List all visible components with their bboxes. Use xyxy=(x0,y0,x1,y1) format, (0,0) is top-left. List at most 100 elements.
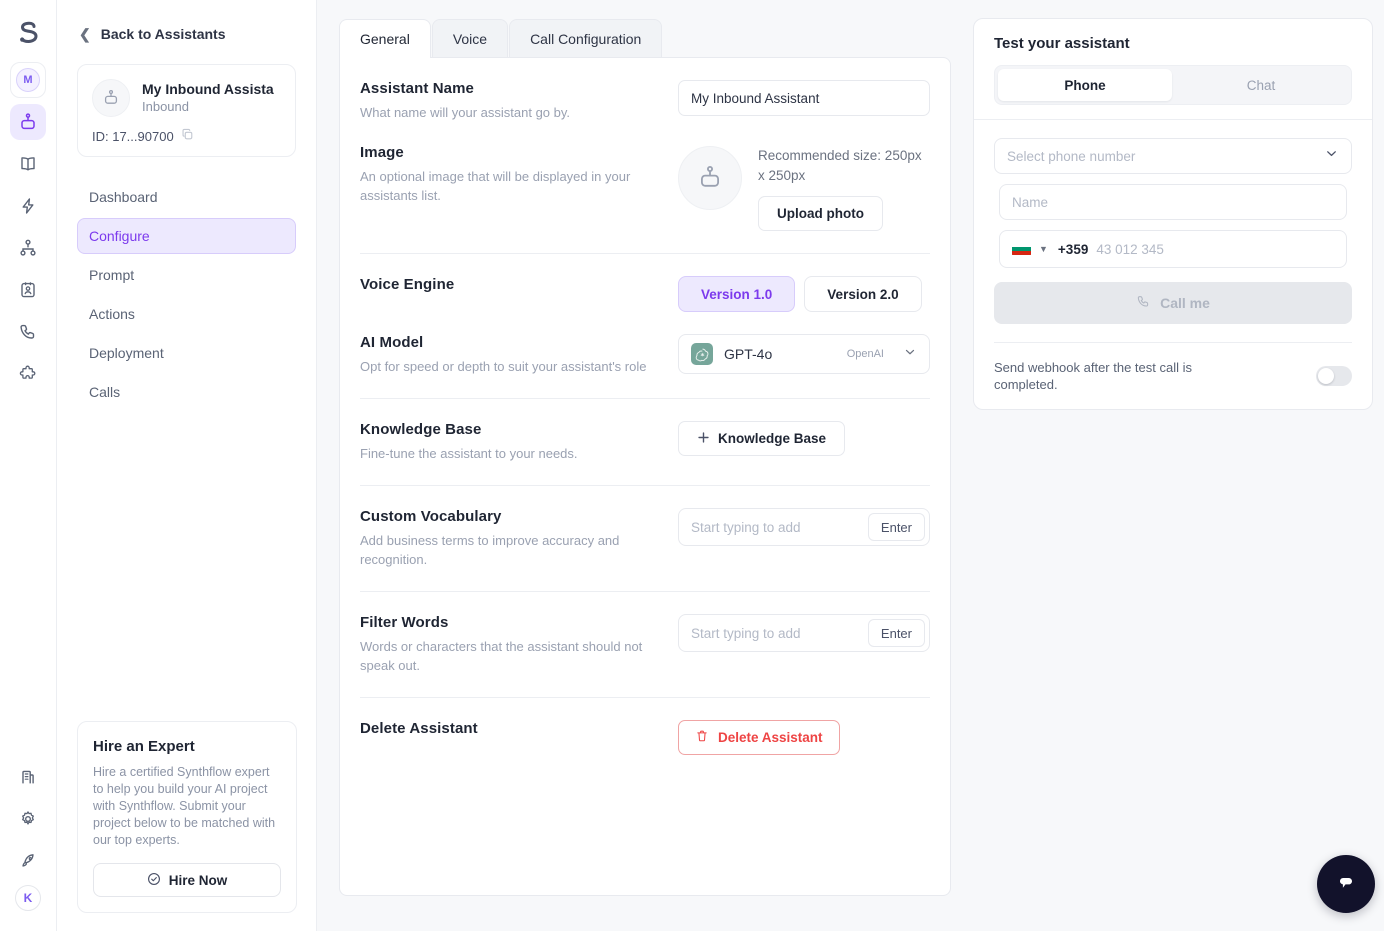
flag-bulgaria-icon xyxy=(1012,242,1031,256)
row-title: Custom Vocabulary xyxy=(360,508,502,525)
custom-vocabulary-enter-button[interactable]: Enter xyxy=(867,513,925,541)
sidebar-item-configure[interactable]: Configure xyxy=(77,218,296,254)
knowledge-base-row: Knowledge Base Fine-tune the assistant t… xyxy=(360,399,930,463)
assistant-name-input[interactable] xyxy=(678,80,930,116)
chat-widget-button[interactable] xyxy=(1317,855,1375,913)
delete-assistant-button-label: Delete Assistant xyxy=(718,730,823,745)
upgrade-rocket-icon xyxy=(22,854,34,867)
sidebar-item-assistants[interactable] xyxy=(10,104,46,140)
image-control: Recommended size: 250px x 250px Upload p… xyxy=(678,144,930,231)
mode-label: Phone xyxy=(1064,77,1106,93)
sidebar-item-workflows[interactable] xyxy=(10,230,46,266)
test-mode-chat-button[interactable]: Chat xyxy=(1174,69,1348,101)
image-meta: Recommended size: 250px x 250px Upload p… xyxy=(758,146,930,231)
tab-call-configuration[interactable]: Call Configuration xyxy=(509,19,663,58)
nav-label: Deployment xyxy=(89,345,164,361)
row-description: Add business terms to improve accuracy a… xyxy=(360,533,620,567)
user-avatar[interactable]: K xyxy=(15,885,41,911)
sidebar-item-deployment[interactable]: Deployment xyxy=(77,335,296,371)
sidebar-item-integrations[interactable] xyxy=(10,356,46,392)
org-switcher[interactable]: M xyxy=(10,62,46,98)
plus-icon xyxy=(697,431,710,447)
delete-assistant-row: Delete Assistant Delete Assistant xyxy=(360,698,930,755)
caller-name-input[interactable] xyxy=(999,184,1347,220)
sidebar-item-settings[interactable] xyxy=(10,801,46,837)
upload-photo-button[interactable]: Upload photo xyxy=(758,196,883,231)
back-to-assistants-link[interactable]: ❮ Back to Assistants xyxy=(77,26,296,42)
row-title: Knowledge Base xyxy=(360,421,482,438)
tab-general[interactable]: General xyxy=(339,19,431,58)
sidebar-item-actions[interactable]: Actions xyxy=(77,296,296,332)
trash-icon xyxy=(695,729,709,746)
assistant-card-text: My Inbound Assistant Inbound xyxy=(142,81,274,116)
custom-vocabulary-control: Start typing to add Enter xyxy=(678,508,930,546)
webhook-row: Send webhook after the test call is comp… xyxy=(994,359,1352,393)
delete-assistant-button[interactable]: Delete Assistant xyxy=(678,720,840,755)
synthflow-logo xyxy=(13,18,43,48)
row-description: What name will your assistant go by. xyxy=(360,105,571,120)
icon-rail: M K xyxy=(0,0,57,931)
nav-label: Dashboard xyxy=(89,189,158,205)
upload-photo-label: Upload photo xyxy=(777,206,864,221)
chevron-down-icon xyxy=(903,345,917,364)
custom-vocabulary-input-wrap[interactable]: Start typing to add Enter xyxy=(678,508,930,546)
copy-icon[interactable] xyxy=(181,128,194,144)
sidebar-item-upgrade[interactable] xyxy=(10,843,46,879)
sidebar-item-automation[interactable] xyxy=(10,188,46,224)
test-mode-toggle: Phone Chat xyxy=(994,65,1352,105)
chat-bubble-icon xyxy=(1340,878,1352,888)
assistant-name: My Inbound Assistant xyxy=(142,80,274,97)
filter-words-input-wrap[interactable]: Start typing to add Enter xyxy=(678,614,930,652)
caret-down-icon[interactable]: ▼ xyxy=(1039,244,1048,254)
configure-content: General Voice Call Configuration Assista… xyxy=(339,18,951,896)
sidebar-item-phone-numbers[interactable] xyxy=(10,314,46,350)
organization-building-icon xyxy=(22,770,34,784)
phone-number-select[interactable]: Select phone number xyxy=(994,138,1352,174)
voice-engine-v2-button[interactable]: Version 2.0 xyxy=(804,276,922,312)
test-mode-phone-button[interactable]: Phone xyxy=(998,69,1172,101)
filter-words-placeholder: Start typing to add xyxy=(691,625,801,641)
image-label-block: Image An optional image that will be dis… xyxy=(360,144,678,205)
sidebar-item-calls[interactable]: Calls xyxy=(77,374,296,410)
assistant-sidebar: ❮ Back to Assistants My Inbound Assistan… xyxy=(57,0,317,931)
phone-icon xyxy=(1136,294,1151,312)
hire-description: Hire a certified Synthflow expert to hel… xyxy=(93,765,276,847)
sidebar-item-dashboard[interactable]: Dashboard xyxy=(77,179,296,215)
test-assistant-card: Test your assistant Phone Chat Select ph… xyxy=(973,18,1373,410)
enter-label: Enter xyxy=(880,625,912,641)
sidebar-item-organization[interactable] xyxy=(10,759,46,795)
knowledge-book-icon xyxy=(21,157,35,171)
hire-title: Hire an Expert xyxy=(93,738,195,755)
sidebar-item-contacts[interactable] xyxy=(10,272,46,308)
ai-model-control: GPT-4o OpenAI xyxy=(678,334,930,374)
phone-icon xyxy=(20,324,35,339)
test-assistant-column: Test your assistant Phone Chat Select ph… xyxy=(973,18,1373,410)
custom-vocabulary-placeholder: Start typing to add xyxy=(691,519,801,535)
call-me-button[interactable]: Call me xyxy=(994,282,1352,324)
add-knowledge-base-button[interactable]: Knowledge Base xyxy=(678,421,846,456)
ai-model-label-block: AI Model Opt for speed or depth to suit … xyxy=(360,334,678,376)
ai-model-select[interactable]: GPT-4o OpenAI xyxy=(678,334,930,374)
assistant-name-row: Assistant Name What name will your assis… xyxy=(360,58,930,122)
row-title: Assistant Name xyxy=(360,80,474,97)
webhook-toggle[interactable] xyxy=(1316,366,1352,386)
tab-voice[interactable]: Voice xyxy=(431,19,509,58)
delete-assistant-control: Delete Assistant xyxy=(678,720,930,755)
test-assistant-header: Test your assistant Phone Chat xyxy=(974,19,1372,120)
sidebar-item-prompt[interactable]: Prompt xyxy=(77,257,296,293)
assistant-id: ID: 17...90700 xyxy=(92,128,174,144)
sidebar-item-knowledge[interactable] xyxy=(10,146,46,182)
country-dial-code: +359 xyxy=(1057,241,1089,257)
phone-number-input-wrap[interactable]: ▼ +359 43 012 345 xyxy=(999,230,1347,268)
hire-now-button[interactable]: Hire Now xyxy=(93,863,281,897)
avatar xyxy=(92,79,130,117)
nav-label: Configure xyxy=(89,228,150,244)
automation-bolt-icon xyxy=(22,198,34,214)
knowledge-base-label-block: Knowledge Base Fine-tune the assistant t… xyxy=(360,421,678,463)
filter-words-enter-button[interactable]: Enter xyxy=(867,619,925,647)
voice-engine-v1-button[interactable]: Version 1.0 xyxy=(678,276,796,312)
ai-model-row: AI Model Opt for speed or depth to suit … xyxy=(360,312,930,376)
row-description: Words or characters that the assistant s… xyxy=(360,639,643,673)
check-circle-icon xyxy=(147,872,161,889)
assistants-icon xyxy=(21,113,35,130)
